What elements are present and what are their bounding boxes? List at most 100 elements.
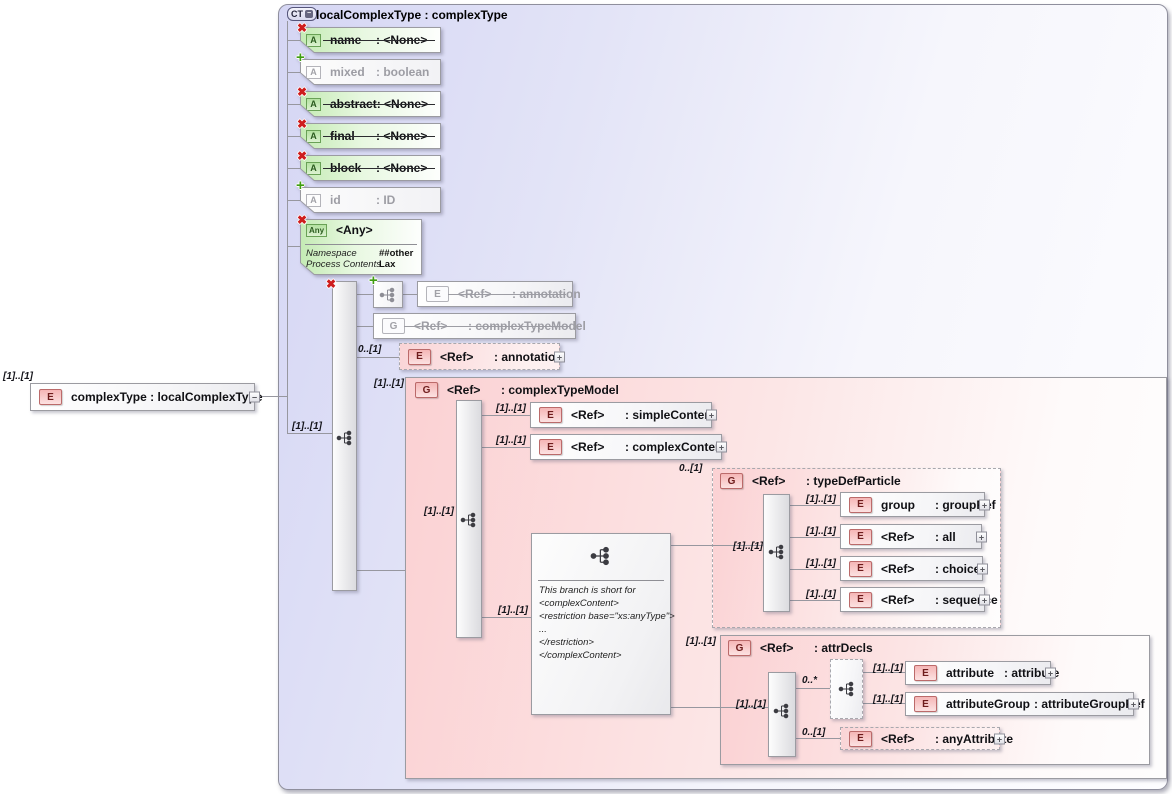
prohibited-badge-icon: ✖: [297, 213, 307, 227]
attribute-icon: A: [306, 130, 321, 143]
note-box[interactable]: This branch is short for <complexContent…: [531, 533, 671, 715]
ref-complextypemodel-base-row[interactable]: G <Ref> : complexTypeModel: [373, 313, 576, 339]
ref-attributegroup-row[interactable]: E attributeGroup : attributeGroupRef +: [905, 692, 1134, 716]
collapse-icon[interactable]: −: [305, 10, 313, 18]
ref-annotation-base-row[interactable]: E <Ref> : annotation: [417, 281, 573, 307]
occurrence-label: 0..[1]: [358, 344, 381, 355]
ref-all-row[interactable]: E <Ref> : all +: [840, 524, 982, 549]
any-namespace-value: ##other: [379, 248, 413, 259]
collapse-button[interactable]: −: [249, 392, 260, 403]
ref-simplecontent-row[interactable]: E <Ref> : simpleContent +: [530, 402, 712, 428]
connector-line: [287, 72, 300, 73]
expand-button[interactable]: +: [976, 531, 987, 542]
attribute-row-final[interactable]: A final : <None> ✖: [300, 123, 441, 149]
occurrence-label: [1]..[1]: [873, 663, 903, 674]
element-icon: E: [426, 286, 449, 302]
add-badge-icon: +: [369, 275, 378, 287]
occurrence-label: [1]..[1]: [806, 526, 836, 537]
any-icon: Any: [306, 224, 327, 237]
attribute-row-name[interactable]: A name : <None> ✖: [300, 27, 441, 53]
occurrence-label: [1]..[1]: [498, 605, 528, 616]
attribute-row-mixed[interactable]: A mixed : boolean +: [300, 59, 441, 85]
connector-line: [796, 738, 840, 739]
choice-bar[interactable]: [763, 494, 790, 612]
ref-type: : choice: [935, 562, 980, 576]
occurrence-label: [1]..[1]: [806, 494, 836, 505]
group-name: <Ref>: [752, 474, 806, 488]
prohibited-badge-icon: ✖: [297, 149, 307, 163]
connector-line: [287, 104, 300, 105]
expand-button[interactable]: +: [979, 499, 990, 510]
expand-button[interactable]: +: [979, 594, 990, 605]
sequence-bar[interactable]: [332, 281, 357, 591]
strike-line: [323, 40, 435, 41]
strike-line: [404, 326, 569, 327]
connector-line: [790, 569, 840, 570]
connector-line: [482, 447, 530, 448]
ref-name: <Ref>: [881, 593, 935, 607]
occurrence-label: [1]..[1]: [806, 589, 836, 600]
ref-name: <Ref>: [881, 732, 935, 746]
element-icon: E: [39, 389, 62, 405]
strike-line: [448, 294, 566, 295]
choice-icon: [838, 681, 855, 697]
element-icon: E: [849, 731, 872, 747]
expand-button[interactable]: +: [977, 563, 988, 574]
element-complextype-box[interactable]: E complexType : localComplexType −: [30, 383, 255, 411]
expand-button[interactable]: +: [994, 733, 1005, 744]
any-wildcard-box[interactable]: Any <Any> Namespace ##other Process Cont…: [300, 219, 422, 275]
attribute-row-block[interactable]: A block : <None> ✖: [300, 155, 441, 181]
attribute-row-abstract[interactable]: A abstract : <None> ✖: [300, 91, 441, 117]
occurrence-label: [1]..[1]: [733, 541, 763, 552]
group-name: <Ref>: [760, 641, 814, 655]
ref-annotation-row[interactable]: E <Ref> : annotation +: [399, 343, 560, 370]
element-icon: E: [539, 439, 562, 455]
divider: [538, 580, 664, 581]
ref-sequence-row[interactable]: E <Ref> : sequence +: [840, 587, 985, 612]
group-attrdecls-header: G <Ref> : attrDecls: [720, 640, 873, 656]
add-badge-icon: +: [296, 180, 305, 192]
ref-anyattribute-row[interactable]: E <Ref> : anyAttribute +: [840, 727, 1000, 750]
ref-type: : all: [935, 530, 956, 544]
prohibited-badge-icon: ✖: [297, 85, 307, 99]
ref-group-row[interactable]: E group : groupRef +: [840, 492, 985, 517]
occurrence-label: 0..[1]: [679, 463, 702, 474]
note-line: ...: [539, 623, 547, 636]
sequence-bar[interactable]: [768, 672, 796, 757]
attribute-icon: A: [306, 98, 321, 111]
any-title: <Any>: [336, 223, 373, 237]
expand-button[interactable]: +: [706, 410, 717, 421]
ref-choice-row[interactable]: E <Ref> : choice +: [840, 556, 983, 581]
expand-button[interactable]: +: [1128, 699, 1139, 710]
group-type: : attrDecls: [814, 641, 873, 655]
attribute-row-id[interactable]: A id : ID +: [300, 187, 441, 213]
expand-button[interactable]: +: [554, 351, 565, 362]
complextype-icon: CT −: [287, 7, 317, 21]
ref-attribute-row[interactable]: E attribute : attribute +: [905, 661, 1051, 685]
divider: [305, 244, 417, 245]
base-sequence-box[interactable]: +: [373, 281, 403, 308]
group-icon: G: [415, 382, 438, 398]
element-icon: E: [849, 561, 872, 577]
prohibited-badge-icon: ✖: [297, 21, 307, 35]
group-name: <Ref>: [447, 383, 501, 397]
any-namespace-label: Namespace: [306, 248, 357, 259]
note-line: <complexContent>: [539, 597, 619, 610]
choice-icon: [768, 544, 785, 560]
ref-name: <Ref>: [571, 408, 625, 422]
attribute-name: mixed: [330, 65, 376, 79]
attribute-type: : boolean: [376, 65, 429, 79]
note-line: This branch is short for: [539, 584, 636, 597]
ref-complexcontent-row[interactable]: E <Ref> : complexContent +: [530, 434, 722, 460]
group-type: : complexTypeModel: [501, 383, 619, 397]
strike-line: [323, 136, 435, 137]
expand-button[interactable]: +: [1045, 668, 1056, 679]
connector-line: [790, 537, 840, 538]
occurrence-label: [1]..[1]: [292, 421, 322, 432]
add-badge-icon: +: [296, 52, 305, 64]
connector-line: [482, 617, 531, 618]
choice-box[interactable]: [830, 659, 863, 719]
group-icon: G: [720, 473, 743, 489]
choice-bar[interactable]: [456, 400, 482, 638]
expand-button[interactable]: +: [716, 442, 727, 453]
